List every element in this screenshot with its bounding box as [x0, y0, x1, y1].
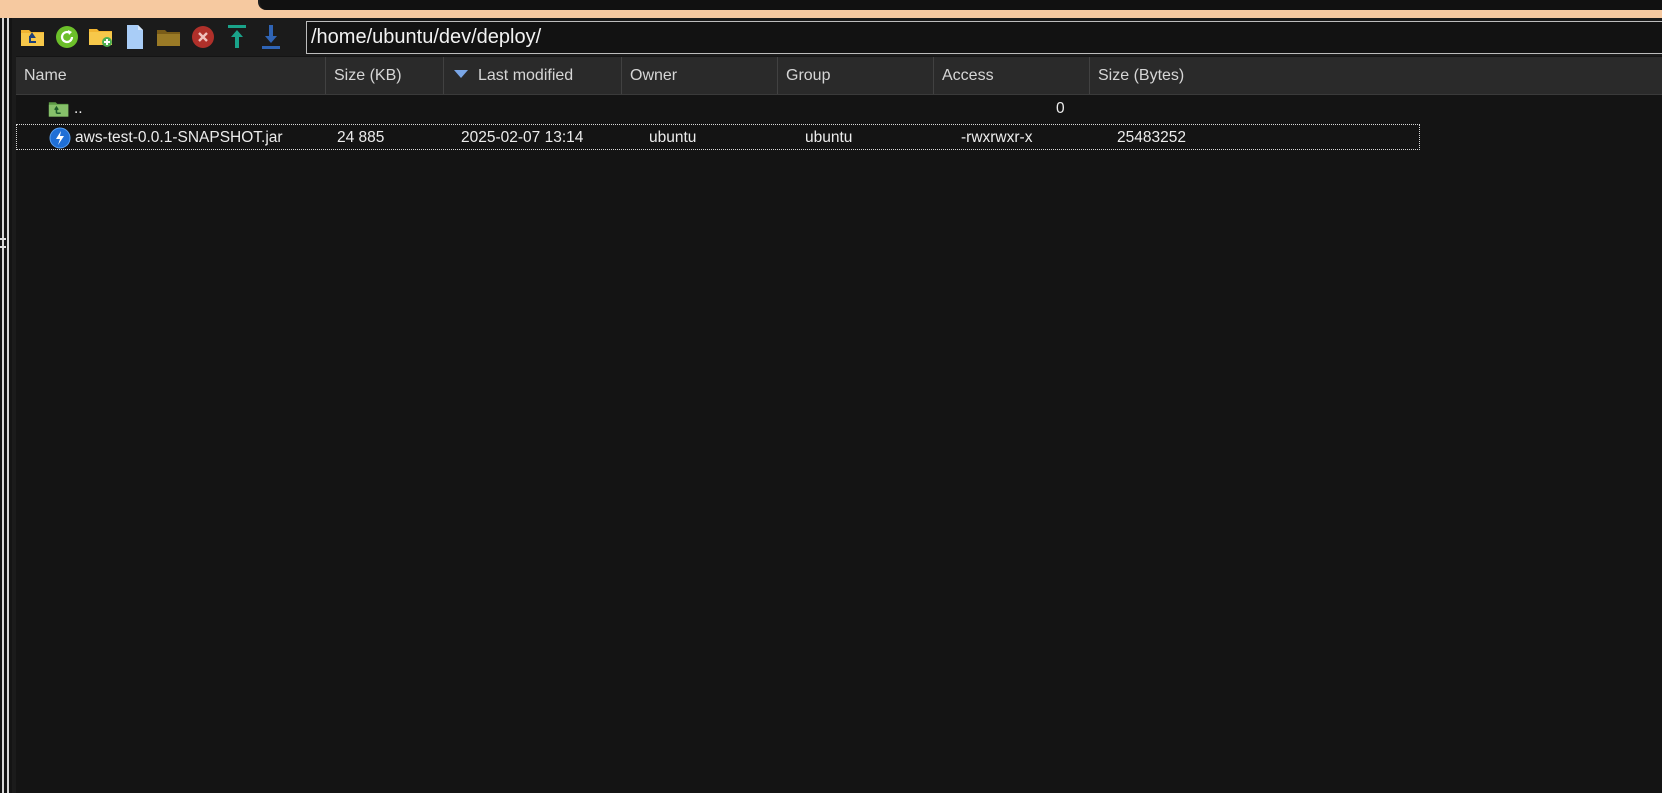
file-list-header: Name Size (KB) Last modified Owner Group…	[16, 57, 1662, 95]
file-row[interactable]: aws-test-0.0.1-SNAPSHOT.jar 24 885 2025-…	[16, 124, 1420, 150]
open-folder-button[interactable]	[154, 23, 184, 51]
download-icon	[262, 25, 280, 49]
pane-splitter[interactable]	[0, 18, 12, 793]
download-button[interactable]	[256, 23, 286, 51]
file-owner: ubuntu	[649, 129, 697, 146]
sort-descending-icon	[454, 69, 468, 78]
file-size-bytes: 25483252	[1117, 129, 1186, 146]
upload-button[interactable]	[222, 23, 252, 51]
new-file-icon	[127, 25, 143, 49]
file-size-kb: 24 885	[337, 129, 385, 146]
splitter-grip[interactable]	[0, 238, 6, 248]
column-header-name[interactable]: Name	[16, 57, 326, 94]
new-file-button[interactable]	[120, 23, 150, 51]
delete-button[interactable]	[188, 23, 218, 51]
parent-folder-button[interactable]	[18, 23, 48, 51]
column-header-last-modified-label: Last modified	[478, 67, 574, 84]
splitter-line	[7, 18, 9, 793]
file-row-parent[interactable]: .. 0	[16, 96, 1416, 122]
file-name: aws-test-0.0.1-SNAPSHOT.jar	[75, 129, 283, 146]
file-group: ubuntu	[805, 129, 853, 146]
refresh-icon	[56, 26, 78, 48]
splitter-line	[2, 18, 4, 793]
folder-icon	[157, 30, 180, 46]
file-name: ..	[74, 100, 83, 117]
column-header-access[interactable]: Access	[934, 57, 1090, 94]
jar-file-icon	[49, 127, 71, 149]
parent-folder-icon	[21, 30, 44, 46]
column-header-last-modified[interactable]: Last modified	[444, 57, 622, 94]
file-list-empty-area[interactable]	[16, 152, 1662, 793]
new-folder-icon	[89, 29, 112, 47]
column-header-group[interactable]: Group	[778, 57, 934, 94]
window-top-strip	[0, 0, 1662, 18]
file-name-cell: aws-test-0.0.1-SNAPSHOT.jar	[49, 125, 283, 151]
parent-directory-icon	[48, 98, 70, 120]
file-name-cell: ..	[48, 96, 83, 122]
column-header-size-bytes[interactable]: Size (Bytes)	[1090, 57, 1662, 94]
column-header-size-kb[interactable]: Size (KB)	[326, 57, 444, 94]
upload-icon	[228, 25, 246, 48]
file-last-modified: 2025-02-07 13:14	[461, 129, 584, 146]
new-folder-button[interactable]	[86, 23, 116, 51]
column-header-owner[interactable]: Owner	[622, 57, 778, 94]
delete-icon	[192, 26, 214, 48]
window-tab-edge	[258, 0, 1662, 10]
refresh-button[interactable]	[52, 23, 82, 51]
path-input[interactable]: /home/ubuntu/dev/deploy/	[306, 21, 1662, 54]
file-access: -rwxrwxr-x	[961, 129, 1033, 146]
file-size-bytes: 0	[1056, 100, 1065, 117]
